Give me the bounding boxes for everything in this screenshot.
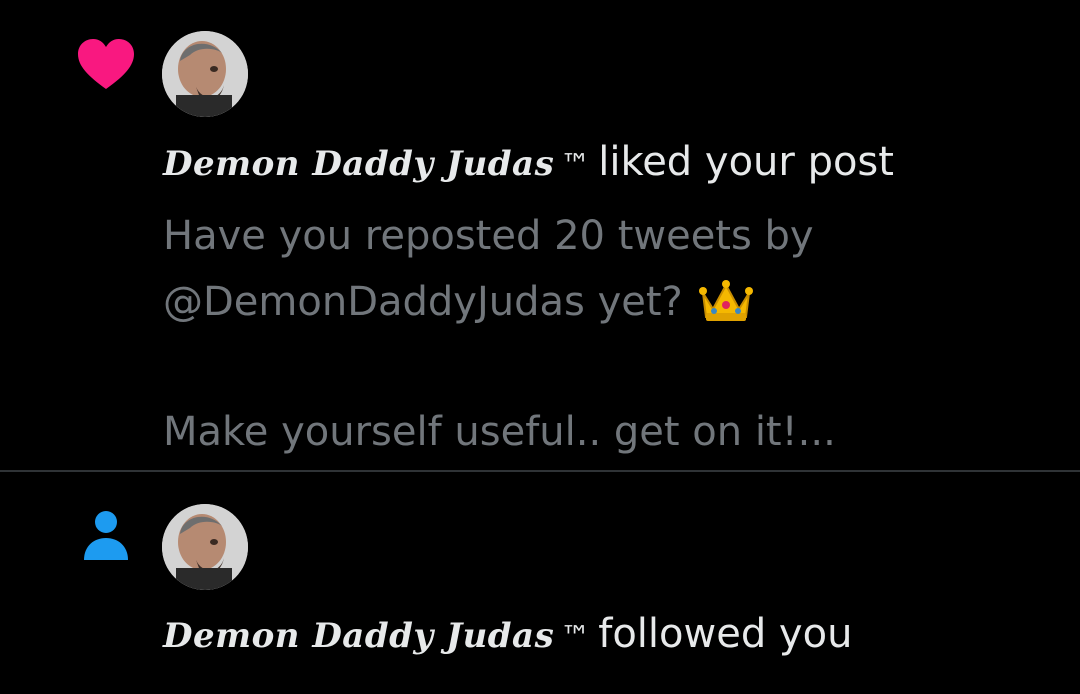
user-name-link[interactable]: Demon Daddy Judas [163,144,554,184]
avatar[interactable] [162,31,248,117]
trademark-symbol: ™ [560,148,591,183]
post-preview-line: Make yourself useful.. get on it!... [163,409,836,455]
post-preview-line: Have you reposted 20 tweets by [163,213,814,259]
user-name-link[interactable]: Demon Daddy Judas [163,616,554,656]
avatar[interactable] [162,504,248,590]
notification-headline: Demon Daddy Judas ™ followed you [163,610,852,662]
notification-headline: Demon Daddy Judas ™ liked your post [163,138,894,190]
person-icon [76,508,136,568]
post-preview-line: @DemonDaddyJudas yet? [163,279,683,325]
post-preview[interactable]: Have you reposted 20 tweets by @DemonDad… [163,203,1023,465]
post-preview-line-with-emoji: @DemonDaddyJudas yet? [163,269,1023,343]
notification-like[interactable]: Demon Daddy Judas ™ liked your post Have y… [0,0,1080,471]
notification-follow[interactable]: Demon Daddy Judas ™ followed you [0,472,1080,694]
crown-emoji-icon [699,277,754,343]
action-text: followed you [598,611,853,657]
action-text: liked your post [598,139,894,185]
preview-spacer [163,343,1023,399]
heart-icon [76,35,136,95]
trademark-symbol: ™ [560,620,591,655]
